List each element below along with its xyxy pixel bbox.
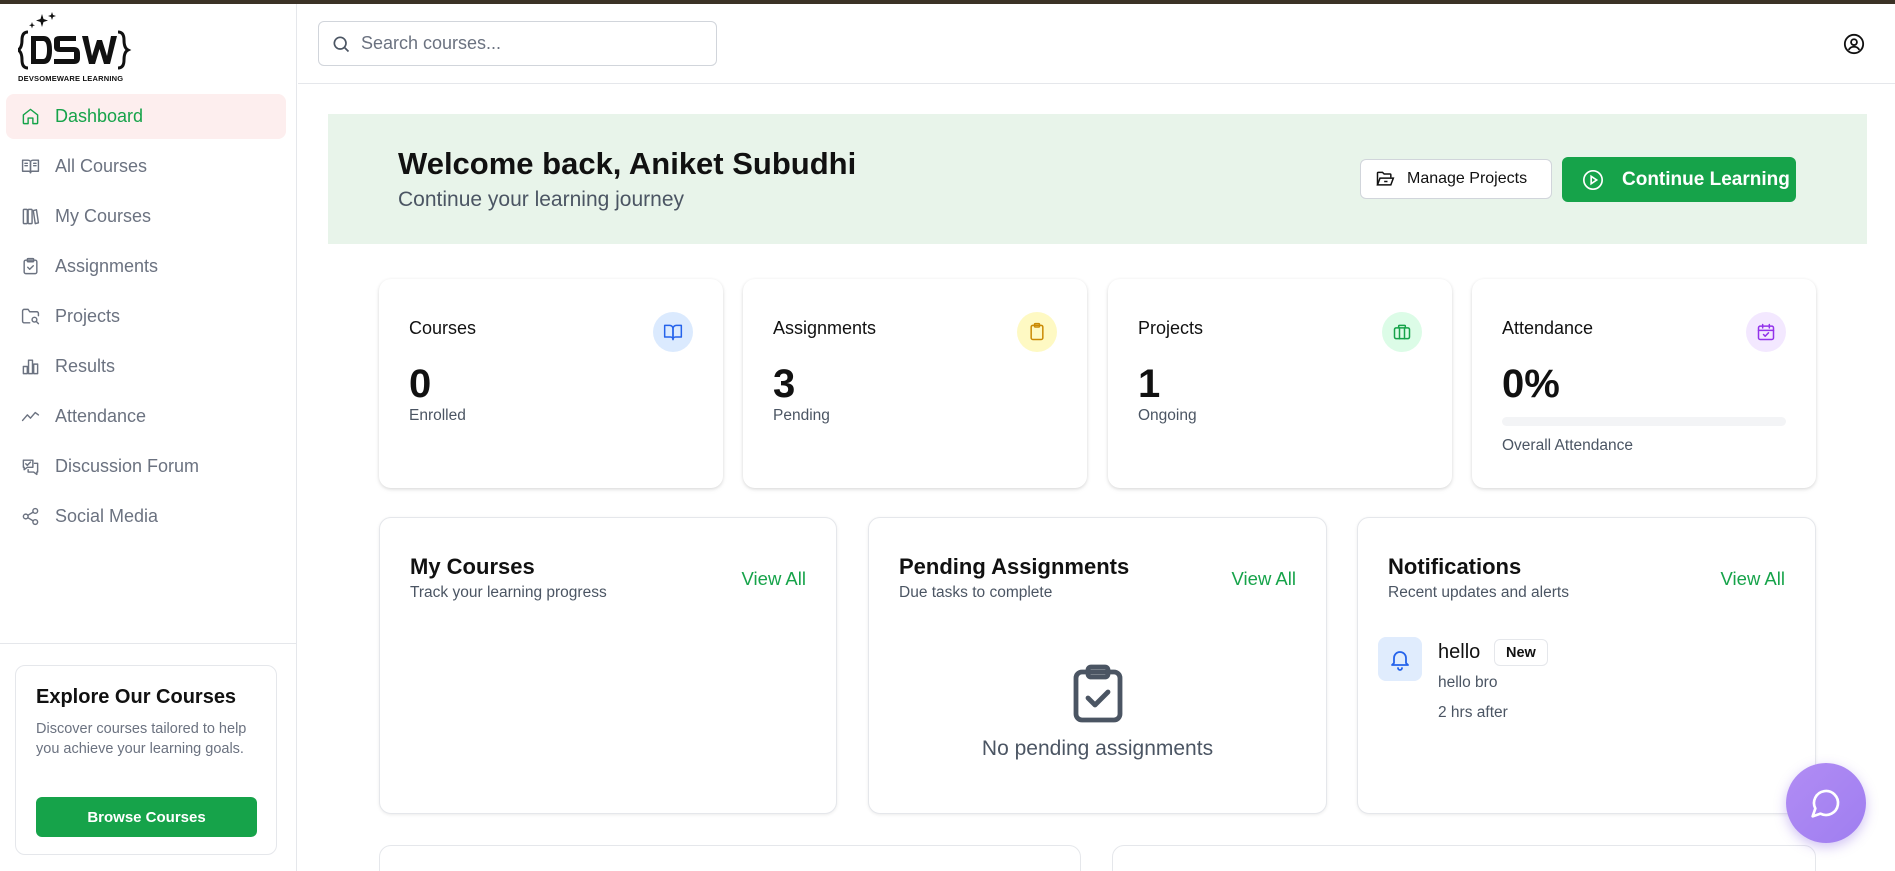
folder-open-icon [1376,171,1395,186]
sidebar-item-label: Social Media [55,506,159,526]
clipboard-check-icon [1073,664,1122,723]
share-icon [20,507,40,527]
user-profile-icon[interactable] [1843,33,1865,55]
my-courses-panel: My Courses Track your learning progress … [379,517,837,814]
sidebar-item-results[interactable]: Results [6,344,286,389]
manage-projects-button[interactable]: Manage Projects [1360,159,1552,199]
continue-learning-label: Continue Learning [1622,168,1790,190]
panel-subtitle: Due tasks to complete [899,584,1053,601]
notification-time: 2 hrs after [1438,704,1508,721]
explore-title: Explore Our Courses [36,686,237,708]
new-badge: New [1494,639,1548,666]
notifications-panel: Notifications Recent updates and alerts … [1357,517,1816,814]
sidebar-item-label: My Courses [55,206,152,226]
book-icon [653,312,693,352]
sidebar-item-label: Assignments [55,256,159,276]
sidebar-item-label: Discussion Forum [55,456,200,476]
pending-assignments-view-all-link[interactable]: View All [1232,568,1296,590]
calendar-check-icon [1746,312,1786,352]
notifications-view-all-link[interactable]: View All [1721,568,1785,590]
panel-subtitle: Recent updates and alerts [1388,584,1569,601]
briefcase-icon [1382,312,1422,352]
welcome-title: Welcome back, Aniket Subudhi [398,146,857,181]
stat-title: Projects [1138,318,1204,338]
sidebar: DEVSOMEWARE LEARNING Dashboard All Cours… [0,4,297,871]
home-icon [20,107,40,127]
sidebar-nav: Dashboard All Courses My Courses Assignm… [6,94,286,544]
sidebar-item-discussion-forum[interactable]: Discussion Forum [6,444,286,489]
bottom-card-left [379,845,1081,871]
pending-assignments-panel: Pending Assignments Due tasks to complet… [868,517,1327,814]
browse-courses-button[interactable]: Browse Courses [36,797,257,837]
my-courses-view-all-link[interactable]: View All [742,568,806,590]
play-circle-icon [1583,169,1603,190]
sidebar-item-label: Projects [55,306,121,326]
notification-item[interactable]: hello New hello bro 2 hrs after [1378,637,1778,737]
logo-mark-icon [14,12,132,70]
sidebar-item-all-courses[interactable]: All Courses [6,144,286,189]
stat-value: 1 [1138,362,1161,406]
stat-card-attendance: Attendance 0% Overall Attendance [1472,279,1816,488]
stat-label: Enrolled [409,407,466,424]
chat-button[interactable] [1786,763,1866,843]
sidebar-item-label: All Courses [55,156,148,176]
top-header [298,4,1895,84]
stat-card-projects: Projects 1 Ongoing [1108,279,1452,488]
logo-text: DEVSOMEWARE LEARNING [18,74,124,83]
folder-search-icon [20,307,40,327]
panel-title: Notifications [1388,554,1522,579]
empty-state: No pending assignments [869,664,1326,761]
attendance-progress-bar [1502,417,1786,426]
sidebar-item-label: Dashboard [55,106,144,126]
book-open-icon [20,157,40,177]
library-icon [20,207,40,227]
sidebar-item-projects[interactable]: Projects [6,294,286,339]
stat-title: Assignments [773,318,877,338]
welcome-subtitle: Continue your learning journey [398,188,685,211]
sidebar-item-label: Attendance [55,406,147,426]
sidebar-divider [0,643,297,644]
bell-icon [1378,637,1422,681]
panel-subtitle: Track your learning progress [410,584,607,601]
manage-projects-label: Manage Projects [1407,170,1528,187]
panel-title: Pending Assignments [899,554,1130,579]
search-box[interactable] [318,21,717,66]
empty-state-text: No pending assignments [981,737,1214,760]
message-check-icon [20,457,40,477]
sidebar-item-dashboard[interactable]: Dashboard [6,94,286,139]
stat-value: 0 [409,362,432,406]
sidebar-item-attendance[interactable]: Attendance [6,394,286,439]
stat-card-courses: Courses 0 Enrolled [379,279,723,488]
welcome-banner: Welcome back, Aniket Subudhi Continue yo… [328,114,1867,244]
brand-logo[interactable]: DEVSOMEWARE LEARNING [14,10,138,84]
chat-bubble-icon [1811,789,1840,818]
sidebar-item-social-media[interactable]: Social Media [6,494,286,539]
stat-label: Pending [773,407,830,424]
notification-title: hello [1438,641,1481,663]
stat-label: Overall Attendance [1502,437,1633,454]
search-icon [333,36,350,52]
search-input[interactable] [361,33,701,54]
sidebar-item-assignments[interactable]: Assignments [6,244,286,289]
explore-text: Discover courses tailored to help you ac… [36,721,247,757]
stat-label: Ongoing [1138,407,1197,424]
notification-body: hello bro [1438,674,1498,691]
bar-chart-icon [20,357,40,377]
bottom-card-right [1112,845,1816,871]
sidebar-item-label: Results [55,356,116,376]
stat-value: 0% [1502,362,1560,406]
clipboard-icon [1017,312,1057,352]
explore-courses-card: Explore Our Courses Discover courses tai… [15,665,277,855]
trend-line-icon [20,407,40,427]
clipboard-check-icon [20,257,40,277]
sidebar-item-my-courses[interactable]: My Courses [6,194,286,239]
stat-title: Courses [409,318,477,338]
continue-learning-button[interactable]: Continue Learning [1562,157,1796,202]
stat-value: 3 [773,362,796,406]
stat-card-assignments: Assignments 3 Pending [743,279,1087,488]
panel-title: My Courses [410,554,535,579]
stat-title: Attendance [1502,318,1594,338]
